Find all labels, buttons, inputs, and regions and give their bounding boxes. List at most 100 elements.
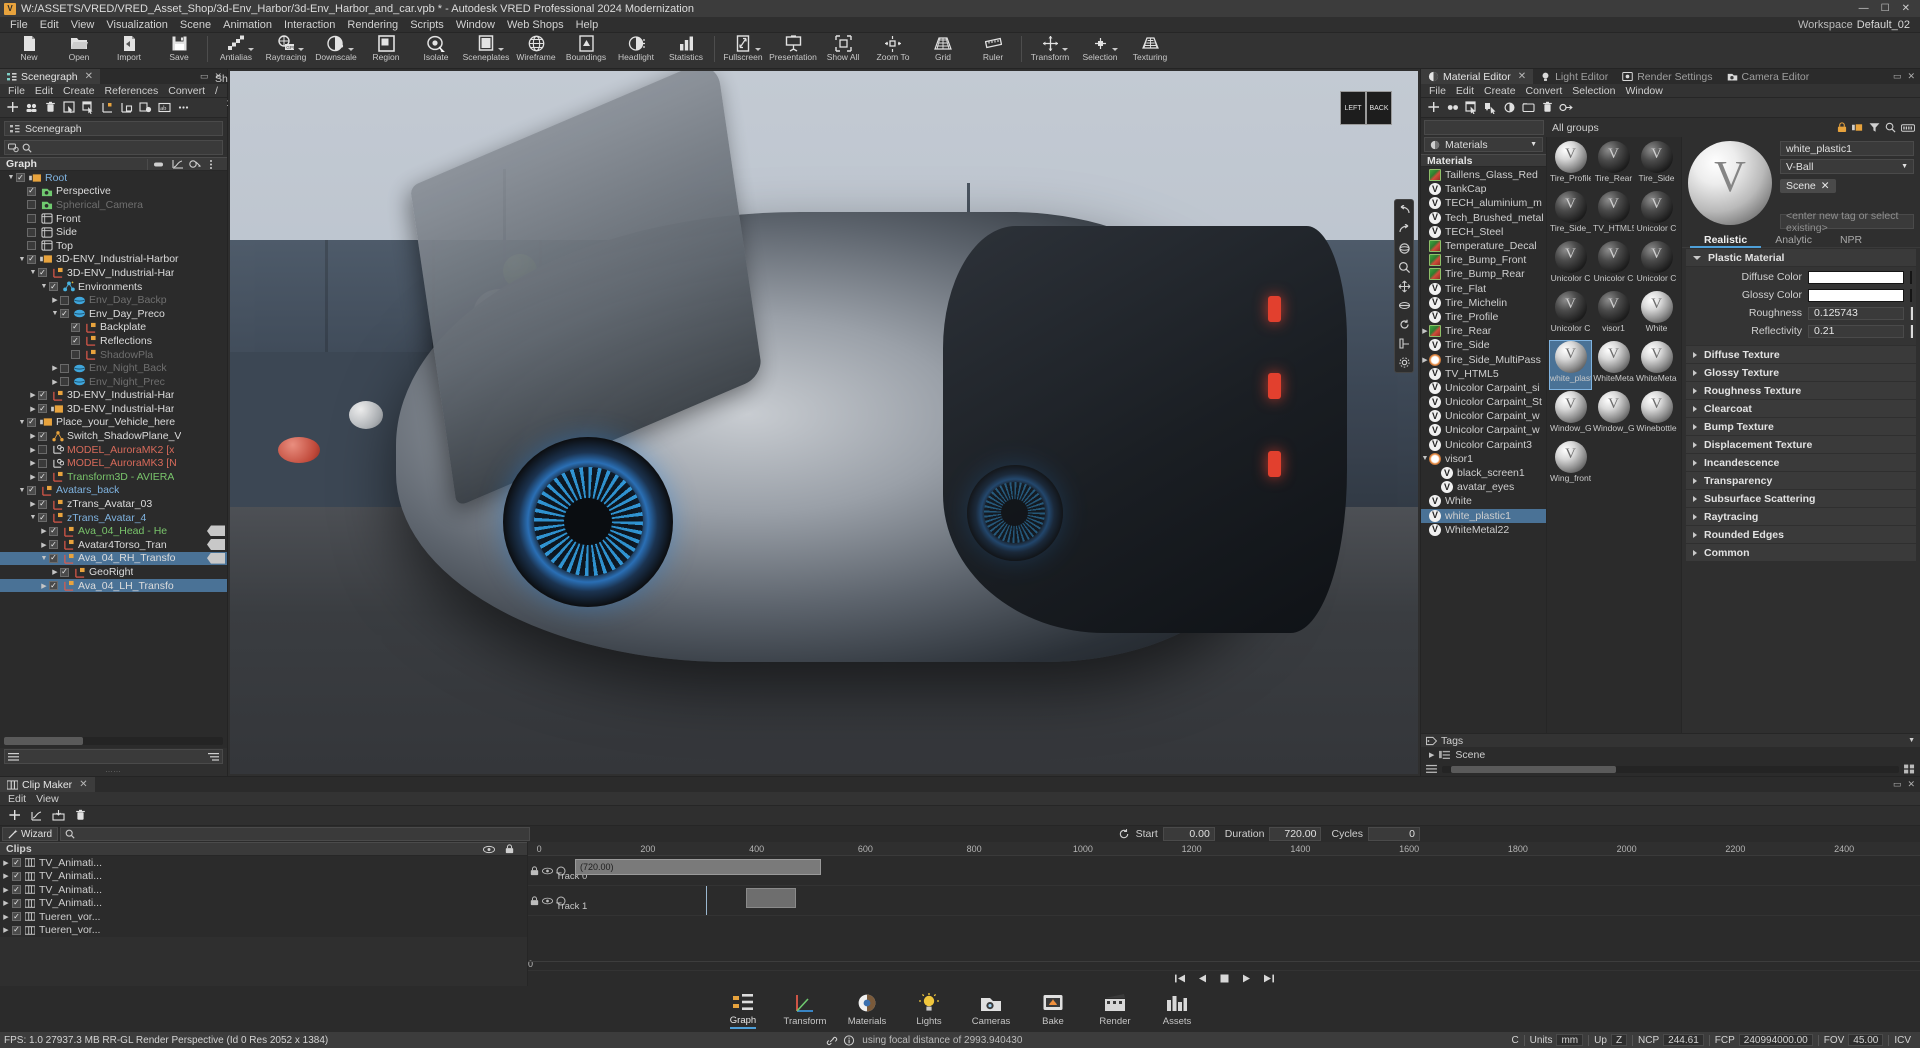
node-visibility-checkbox[interactable]: ✓ <box>60 568 69 577</box>
material-list-item[interactable]: ▼visor1 <box>1421 452 1546 466</box>
sg-menu-references[interactable]: References <box>100 85 164 97</box>
scenegraph-node[interactable]: ✓Backplate <box>0 321 227 335</box>
delete-material-icon[interactable] <box>1539 99 1556 116</box>
tab-camera-editor[interactable]: Camera Editor <box>1720 69 1817 84</box>
clip-enable-checkbox[interactable]: ✓ <box>12 899 21 908</box>
scenegraph-search-input[interactable] <box>35 142 219 153</box>
scenegraph-node[interactable]: ▼✓Environments <box>0 280 227 294</box>
module-assets[interactable]: Assets <box>1154 991 1200 1027</box>
section-diffuse-texture[interactable]: Diffuse Texture <box>1686 346 1916 363</box>
material-list-item[interactable]: Vavatar_eyes <box>1421 480 1546 494</box>
me-menu-convert[interactable]: Convert <box>1521 85 1568 97</box>
twisty-right-icon[interactable]: ▶ <box>1421 327 1429 335</box>
section-raytracing[interactable]: Raytracing <box>1686 508 1916 525</box>
material-list-item[interactable]: VTECH_aluminium_m <box>1421 196 1546 210</box>
export-clip-icon[interactable] <box>50 807 67 824</box>
node-visibility-checkbox[interactable]: ✓ <box>38 391 47 400</box>
material-list-item[interactable]: ▶Tire_Side_MultiPass <box>1421 352 1546 366</box>
clipmaker-close-icon[interactable]: ✕ <box>1907 779 1915 790</box>
node-visibility-checkbox[interactable] <box>60 296 69 305</box>
chevron-down-icon[interactable] <box>1693 256 1701 260</box>
section-transparency[interactable]: Transparency <box>1686 472 1916 489</box>
status-units-segment[interactable]: Units mm <box>1525 1034 1588 1046</box>
menu-window[interactable]: Window <box>450 18 501 32</box>
menu-rendering[interactable]: Rendering <box>341 18 404 32</box>
transform-node-icon[interactable] <box>99 99 116 116</box>
timeline-ruler[interactable]: 0200400600800100012001400160018002000220… <box>528 842 1920 856</box>
grid-view-icon[interactable] <box>1904 764 1915 774</box>
chevron-right-icon[interactable] <box>1693 550 1697 556</box>
tree-twisty-right-icon[interactable]: ▶ <box>39 582 49 590</box>
material-thumbnail[interactable]: Window_G <box>1550 391 1591 439</box>
material-list-item[interactable]: VUnicolor Carpaint3 <box>1421 438 1546 452</box>
redo-view-icon[interactable] <box>1397 222 1411 236</box>
menu-web-shops[interactable]: Web Shops <box>501 18 570 32</box>
menu-interaction[interactable]: Interaction <box>278 18 341 32</box>
tree-twisty-right-icon[interactable]: ▶ <box>28 432 38 440</box>
node-visibility-checkbox[interactable]: ✓ <box>38 432 47 441</box>
material-thumbnail[interactable]: Tire_Side_M <box>1550 191 1591 239</box>
module-render[interactable]: Render <box>1092 991 1138 1027</box>
stop-icon[interactable] <box>1218 973 1231 985</box>
scenegraph-node[interactable]: ✓Perspective <box>0 185 227 199</box>
clip-enable-checkbox[interactable]: ✓ <box>12 885 21 894</box>
node-visibility-checkbox[interactable]: ✓ <box>71 336 80 345</box>
material-list-item[interactable]: VUnicolor Carpaint_w <box>1421 409 1546 423</box>
duplicate-node-icon[interactable] <box>23 99 40 116</box>
status-icv-segment[interactable]: ICV <box>1889 1035 1916 1046</box>
status-fov-segment[interactable]: FOV 45.00 <box>1819 1034 1889 1046</box>
me-float-icon[interactable]: ▭ <box>1893 71 1902 82</box>
clip-enable-checkbox[interactable]: ✓ <box>12 872 21 881</box>
tree-twisty-down-icon[interactable]: ▼ <box>39 555 49 562</box>
section-bump-texture[interactable]: Bump Texture <box>1686 418 1916 435</box>
status-c-segment[interactable]: C <box>1506 1035 1523 1046</box>
scenegraph-node[interactable]: ▼✓Place_your_Vehicle_here <box>0 416 227 430</box>
paste-material-icon[interactable] <box>137 99 154 116</box>
chevron-down-icon[interactable]: ▼ <box>1530 141 1537 148</box>
material-thumbnail[interactable]: Unicolor C <box>1636 241 1677 289</box>
material-list-item[interactable]: VUnicolor Carpaint_w <box>1421 423 1546 437</box>
material-scope-combo[interactable]: Materials ▼ <box>1424 137 1543 152</box>
select-group-icon[interactable] <box>80 99 97 116</box>
material-list-item[interactable]: VTV_HTML5 <box>1421 367 1546 381</box>
cm-menu-view[interactable]: View <box>31 793 64 805</box>
view-cube-back-face[interactable]: BACK <box>1366 91 1392 125</box>
material-thumbnail[interactable]: Wing_front <box>1550 441 1591 489</box>
status-ncp-segment[interactable]: NCP 244.61 <box>1633 1034 1709 1046</box>
tree-twisty-right-icon[interactable]: ▶ <box>50 364 60 372</box>
tab-light-editor[interactable]: Light Editor <box>1533 69 1615 84</box>
duplicate-material-icon[interactable] <box>1444 99 1461 116</box>
list-view-icon[interactable] <box>1426 764 1437 774</box>
node-visibility-checkbox[interactable]: ✓ <box>27 486 36 495</box>
chevron-right-icon[interactable] <box>1693 532 1697 538</box>
scenegraph-node[interactable]: Spherical_Camera <box>0 198 227 212</box>
material-thumbnail[interactable]: Unicolor C <box>1636 191 1677 239</box>
scenegraph-node[interactable]: Front <box>0 212 227 226</box>
clip-twisty-icon[interactable]: ▶ <box>0 872 12 880</box>
property-value[interactable]: 0.125743 <box>1808 307 1904 320</box>
color-gradient-slider[interactable] <box>1910 271 1912 284</box>
orbit-icon[interactable] <box>1397 241 1411 255</box>
tag-chip-remove-icon[interactable]: ✕ <box>1821 180 1830 192</box>
eye-icon[interactable] <box>542 867 553 875</box>
menu-file[interactable]: File <box>4 18 34 32</box>
status-up-segment[interactable]: Up Z <box>1589 1034 1632 1046</box>
isolate-button[interactable]: Isolate <box>411 34 461 68</box>
scenegraph-node[interactable]: ▶✓Ava_04_Head - He <box>0 524 227 538</box>
copy-transform-icon[interactable] <box>118 99 135 116</box>
node-visibility-checkbox[interactable]: ✓ <box>49 554 58 563</box>
scenegraph-node[interactable]: ▶✓3D-ENV_Industrial-Har <box>0 402 227 416</box>
node-visibility-checkbox[interactable] <box>27 228 36 237</box>
menu-animation[interactable]: Animation <box>217 18 278 32</box>
tree-twisty-down-icon[interactable]: ▼ <box>28 514 38 521</box>
create-clip-from-anim-icon[interactable] <box>28 807 45 824</box>
close-button[interactable]: ✕ <box>1902 3 1910 14</box>
eye-icon[interactable] <box>542 897 553 905</box>
workspace-value[interactable]: Default_02 <box>1857 19 1916 31</box>
module-transform[interactable]: Transform <box>782 991 828 1027</box>
viewport-settings-icon[interactable] <box>1397 355 1411 369</box>
scenegraph-node[interactable]: ▼✓Env_Day_Preco <box>0 307 227 321</box>
skip-back-icon[interactable] <box>1174 973 1187 985</box>
material-thumbnail[interactable]: Tire_Profile <box>1550 141 1591 189</box>
material-thumbnail[interactable]: white_plast <box>1550 341 1591 389</box>
